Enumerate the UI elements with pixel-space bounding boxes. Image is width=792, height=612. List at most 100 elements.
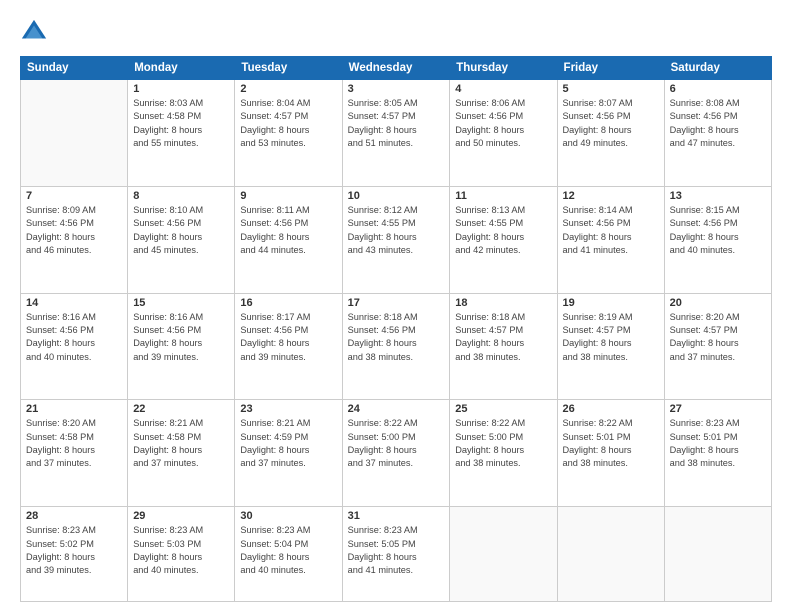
calendar-cell: 30Sunrise: 8:23 AM Sunset: 5:04 PM Dayli… — [235, 507, 342, 602]
page: SundayMondayTuesdayWednesdayThursdayFrid… — [0, 0, 792, 612]
calendar-cell: 27 Sunrise: 8:23 AM Sunset: 5:01 PM Dayli… — [664, 400, 771, 507]
calendar-cell: 10Sunrise: 8:12 AM Sunset: 4:55 PM Dayli… — [342, 186, 450, 293]
calendar-header-monday: Monday — [128, 57, 235, 80]
day-number: 12 — [563, 190, 659, 202]
day-number: 13 — [670, 190, 766, 202]
calendar-cell: 15 Sunrise: 8:16 AM Sunset: 4:56 PM Dayli… — [128, 293, 235, 400]
day-info: Sunrise: 8:16 AM Sunset: 4:56 PM Dayligh… — [133, 311, 229, 364]
day-info: Sunrise: 8:11 AM Sunset: 4:56 PM Dayligh… — [240, 204, 336, 257]
calendar-header-tuesday: Tuesday — [235, 57, 342, 80]
calendar-cell: 3 Sunrise: 8:05 AM Sunset: 4:57 PM Daylig… — [342, 80, 450, 187]
calendar-cell: 25 Sunrise: 8:22 AM Sunset: 5:00 PM Dayli… — [450, 400, 557, 507]
day-number: 17 — [348, 297, 445, 309]
calendar-cell: 17 Sunrise: 8:18 AM Sunset: 4:56 PM Dayli… — [342, 293, 450, 400]
day-number: 9 — [240, 190, 336, 202]
day-number: 28 — [26, 510, 122, 522]
calendar-cell: 19 Sunrise: 8:19 AM Sunset: 4:57 PM Dayli… — [557, 293, 664, 400]
day-info: Sunrise: 8:21 AM Sunset: 4:58 PM Dayligh… — [133, 417, 229, 470]
calendar-cell: 23Sunrise: 8:21 AM Sunset: 4:59 PM Dayli… — [235, 400, 342, 507]
day-info: Sunrise: 8:22 AM Sunset: 5:00 PM Dayligh… — [348, 417, 445, 470]
day-number: 3 — [348, 83, 445, 95]
day-info: Sunrise: 8:06 AM Sunset: 4:56 PM Dayligh… — [455, 97, 551, 150]
calendar-cell: 11 Sunrise: 8:13 AM Sunset: 4:55 PM Dayli… — [450, 186, 557, 293]
day-number: 15 — [133, 297, 229, 309]
day-number: 14 — [26, 297, 122, 309]
day-info: Sunrise: 8:05 AM Sunset: 4:57 PM Dayligh… — [348, 97, 445, 150]
calendar-header-friday: Friday — [557, 57, 664, 80]
day-info: Sunrise: 8:10 AM Sunset: 4:56 PM Dayligh… — [133, 204, 229, 257]
day-number: 7 — [26, 190, 122, 202]
day-number: 18 — [455, 297, 551, 309]
day-info: Sunrise: 8:20 AM Sunset: 4:57 PM Dayligh… — [670, 311, 766, 364]
calendar-table: SundayMondayTuesdayWednesdayThursdayFrid… — [20, 56, 772, 602]
calendar-cell: 9 Sunrise: 8:11 AM Sunset: 4:56 PM Daylig… — [235, 186, 342, 293]
calendar-header-sunday: Sunday — [21, 57, 128, 80]
day-info: Sunrise: 8:19 AM Sunset: 4:57 PM Dayligh… — [563, 311, 659, 364]
day-number: 2 — [240, 83, 336, 95]
calendar-header-wednesday: Wednesday — [342, 57, 450, 80]
calendar-cell: 16 Sunrise: 8:17 AM Sunset: 4:56 PM Dayli… — [235, 293, 342, 400]
day-info: Sunrise: 8:22 AM Sunset: 5:01 PM Dayligh… — [563, 417, 659, 470]
day-number: 5 — [563, 83, 659, 95]
day-number: 26 — [563, 403, 659, 415]
calendar-cell: 29 Sunrise: 8:23 AM Sunset: 5:03 PM Dayli… — [128, 507, 235, 602]
day-number: 11 — [455, 190, 551, 202]
calendar-cell: 2 Sunrise: 8:04 AM Sunset: 4:57 PM Daylig… — [235, 80, 342, 187]
day-number: 30 — [240, 510, 336, 522]
day-info: Sunrise: 8:12 AM Sunset: 4:55 PM Dayligh… — [348, 204, 445, 257]
calendar-cell — [450, 507, 557, 602]
calendar-cell: 26 Sunrise: 8:22 AM Sunset: 5:01 PM Dayli… — [557, 400, 664, 507]
day-info: Sunrise: 8:23 AM Sunset: 5:01 PM Dayligh… — [670, 417, 766, 470]
day-info: Sunrise: 8:09 AM Sunset: 4:56 PM Dayligh… — [26, 204, 122, 257]
day-number: 1 — [133, 83, 229, 95]
day-number: 25 — [455, 403, 551, 415]
calendar-week-row: 21 Sunrise: 8:20 AM Sunset: 4:58 PM Dayli… — [21, 400, 772, 507]
day-info: Sunrise: 8:22 AM Sunset: 5:00 PM Dayligh… — [455, 417, 551, 470]
calendar-cell — [557, 507, 664, 602]
calendar-week-row: 1Sunrise: 8:03 AM Sunset: 4:58 PM Daylig… — [21, 80, 772, 187]
calendar-cell: 4 Sunrise: 8:06 AM Sunset: 4:56 PM Daylig… — [450, 80, 557, 187]
calendar-cell: 7 Sunrise: 8:09 AM Sunset: 4:56 PM Daylig… — [21, 186, 128, 293]
day-number: 31 — [348, 510, 445, 522]
calendar-header-thursday: Thursday — [450, 57, 557, 80]
calendar-cell: 24Sunrise: 8:22 AM Sunset: 5:00 PM Dayli… — [342, 400, 450, 507]
day-info: Sunrise: 8:15 AM Sunset: 4:56 PM Dayligh… — [670, 204, 766, 257]
day-info: Sunrise: 8:04 AM Sunset: 4:57 PM Dayligh… — [240, 97, 336, 150]
day-number: 16 — [240, 297, 336, 309]
logo — [20, 18, 54, 46]
calendar-week-row: 14 Sunrise: 8:16 AM Sunset: 4:56 PM Dayli… — [21, 293, 772, 400]
day-number: 27 — [670, 403, 766, 415]
calendar-week-row: 28 Sunrise: 8:23 AM Sunset: 5:02 PM Dayli… — [21, 507, 772, 602]
day-number: 29 — [133, 510, 229, 522]
day-number: 4 — [455, 83, 551, 95]
day-info: Sunrise: 8:14 AM Sunset: 4:56 PM Dayligh… — [563, 204, 659, 257]
day-number: 8 — [133, 190, 229, 202]
day-info: Sunrise: 8:23 AM Sunset: 5:02 PM Dayligh… — [26, 524, 122, 577]
calendar-cell: 1Sunrise: 8:03 AM Sunset: 4:58 PM Daylig… — [128, 80, 235, 187]
calendar-cell: 22 Sunrise: 8:21 AM Sunset: 4:58 PM Dayli… — [128, 400, 235, 507]
day-number: 22 — [133, 403, 229, 415]
day-number: 19 — [563, 297, 659, 309]
calendar-cell: 31Sunrise: 8:23 AM Sunset: 5:05 PM Dayli… — [342, 507, 450, 602]
calendar-cell: 28 Sunrise: 8:23 AM Sunset: 5:02 PM Dayli… — [21, 507, 128, 602]
calendar-cell: 13 Sunrise: 8:15 AM Sunset: 4:56 PM Dayli… — [664, 186, 771, 293]
day-number: 21 — [26, 403, 122, 415]
calendar-cell: 5 Sunrise: 8:07 AM Sunset: 4:56 PM Daylig… — [557, 80, 664, 187]
calendar-cell: 20Sunrise: 8:20 AM Sunset: 4:57 PM Dayli… — [664, 293, 771, 400]
day-info: Sunrise: 8:18 AM Sunset: 4:56 PM Dayligh… — [348, 311, 445, 364]
header — [20, 18, 772, 46]
calendar-cell: 8 Sunrise: 8:10 AM Sunset: 4:56 PM Daylig… — [128, 186, 235, 293]
calendar-cell: 14Sunrise: 8:16 AM Sunset: 4:56 PM Dayli… — [21, 293, 128, 400]
day-info: Sunrise: 8:17 AM Sunset: 4:56 PM Dayligh… — [240, 311, 336, 364]
day-number: 23 — [240, 403, 336, 415]
calendar-cell: 18 Sunrise: 8:18 AM Sunset: 4:57 PM Dayli… — [450, 293, 557, 400]
day-info: Sunrise: 8:08 AM Sunset: 4:56 PM Dayligh… — [670, 97, 766, 150]
day-info: Sunrise: 8:13 AM Sunset: 4:55 PM Dayligh… — [455, 204, 551, 257]
calendar-header-row: SundayMondayTuesdayWednesdayThursdayFrid… — [21, 57, 772, 80]
day-info: Sunrise: 8:20 AM Sunset: 4:58 PM Dayligh… — [26, 417, 122, 470]
day-info: Sunrise: 8:23 AM Sunset: 5:03 PM Dayligh… — [133, 524, 229, 577]
calendar-cell — [664, 507, 771, 602]
calendar-cell: 21 Sunrise: 8:20 AM Sunset: 4:58 PM Dayli… — [21, 400, 128, 507]
day-info: Sunrise: 8:07 AM Sunset: 4:56 PM Dayligh… — [563, 97, 659, 150]
day-info: Sunrise: 8:18 AM Sunset: 4:57 PM Dayligh… — [455, 311, 551, 364]
